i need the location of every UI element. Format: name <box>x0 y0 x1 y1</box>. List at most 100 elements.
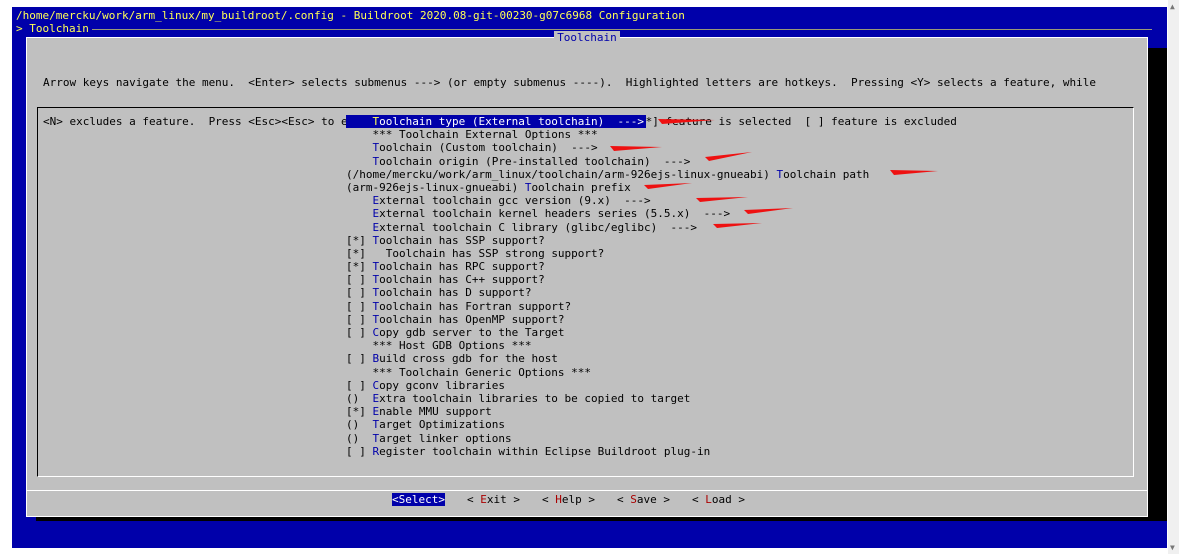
menu-item-label: oolchain has OpenMP support? <box>379 312 565 326</box>
menu-item-prefix <box>346 115 373 128</box>
vertical-scrollbar[interactable]: ▲ ▼ <box>1168 0 1179 554</box>
help-line: Arrow keys navigate the menu. <Enter> se… <box>43 76 1096 89</box>
menu-item-prefix <box>346 207 373 220</box>
menu-item-label: oolchain has SSP support? <box>379 233 545 247</box>
menu-item-prefix: [ ] <box>346 378 373 392</box>
menu-item-label: oolchain type (External toolchain) ---> <box>379 115 645 128</box>
menu-item[interactable]: () Target linker options <box>346 432 869 445</box>
menu-item[interactable]: *** Host GDB Options *** <box>346 339 869 352</box>
button-open: < <box>542 493 556 506</box>
button[interactable]: <Select> <box>392 493 445 506</box>
menu-item-label: *** Toolchain External Options *** <box>372 128 598 142</box>
menu-item-prefix <box>346 366 373 379</box>
menu-item[interactable]: () Target Optimizations <box>346 418 869 431</box>
menu-item[interactable]: *** Toolchain Generic Options *** <box>346 366 869 379</box>
menu-item[interactable]: External toolchain C library (glibc/egli… <box>346 221 869 234</box>
menu-item[interactable]: [*] Toolchain has SSP support? <box>346 234 869 247</box>
menu-item[interactable]: [ ] Toolchain has C++ support? <box>346 273 869 286</box>
menu-item-label: nable MMU support <box>379 405 492 419</box>
button[interactable]: < Exit > <box>467 493 520 506</box>
menu-item-prefix: (arm-926ejs-linux-gnueabi) <box>346 180 525 194</box>
button-close: > <box>506 493 520 506</box>
menu-item[interactable]: (/home/mercku/work/arm_linux/toolchain/a… <box>346 168 869 181</box>
menu-item[interactable]: [*] Toolchain has RPC support? <box>346 260 869 273</box>
button[interactable]: < Help > <box>542 493 595 506</box>
menu-item[interactable]: (arm-926ejs-linux-gnueabi) Toolchain pre… <box>346 181 869 194</box>
menu-item[interactable]: [ ] Copy gdb server to the Target <box>346 326 869 339</box>
menu-item-label: arget linker options <box>379 431 512 445</box>
button-hotkey: S <box>630 493 637 506</box>
menu-box: Toolchain type (External toolchain) --->… <box>37 107 1134 477</box>
menu-item[interactable]: Toolchain (Custom toolchain) ---> <box>346 141 869 154</box>
menu-item-prefix <box>346 194 373 207</box>
menu-item-prefix: [ ] <box>346 312 373 326</box>
menu-item[interactable]: () Extra toolchain libraries to be copie… <box>346 392 869 405</box>
menu-item-label: *** Host GDB Options *** <box>372 339 532 353</box>
button-close: > <box>438 493 445 506</box>
menu-item[interactable]: [*] Toolchain has SSP strong support? <box>346 247 869 260</box>
menu-item[interactable]: [ ] Copy gconv libraries <box>346 379 869 392</box>
menu-item[interactable]: External toolchain gcc version (9.x) ---… <box>346 194 869 207</box>
menu-item-prefix <box>346 141 373 154</box>
menu-item-prefix: () <box>346 431 373 445</box>
menu-item-prefix: [*] <box>346 405 373 419</box>
menu-item[interactable]: [ ] Toolchain has D support? <box>346 286 869 299</box>
menu-item[interactable]: [ ] Build cross gdb for the host <box>346 352 869 365</box>
menu-item-prefix <box>346 155 373 168</box>
menu-item-prefix: [*] <box>346 246 386 260</box>
menu-item-prefix: [ ] <box>346 299 373 313</box>
button-bar: <Select> < Exit > < Help > < Save > < Load > <box>392 493 767 506</box>
menu-item[interactable]: Toolchain type (External toolchain) ---> <box>346 115 647 129</box>
menu-item-prefix: () <box>346 418 373 432</box>
button-hotkey: L <box>705 493 712 506</box>
button-close: > <box>731 493 745 506</box>
menu-item-label: oolchain prefix <box>531 180 631 194</box>
menu-item-prefix: [*] <box>346 233 373 247</box>
button-rest: oad <box>711 493 732 506</box>
menu-item-label: xternal toolchain kernel headers series … <box>379 207 731 221</box>
menu-item-label: xternal toolchain C library (glibc/eglib… <box>379 220 698 234</box>
menu-item-prefix: () <box>346 391 373 405</box>
button-bar-divider <box>27 490 1147 491</box>
menu-item-prefix: [ ] <box>346 352 373 366</box>
menu-item[interactable]: *** Toolchain External Options *** <box>346 128 869 141</box>
menu-item-prefix: [ ] <box>346 444 373 458</box>
menu-item-label: *** Toolchain Generic Options *** <box>372 365 592 379</box>
menu-item-label: oolchain has C++ support? <box>379 273 545 287</box>
menu-item-label: oolchain origin (Pre-installed toolchain… <box>379 154 691 168</box>
button-open: < <box>392 493 399 506</box>
menu-item[interactable]: Toolchain origin (Pre-installed toolchai… <box>346 155 869 168</box>
menu-item[interactable]: External toolchain kernel headers series… <box>346 207 869 220</box>
menu-item-label: xternal toolchain gcc version (9.x) ---> <box>379 194 651 208</box>
menu-item[interactable]: [ ] Toolchain has Fortran support? <box>346 300 869 313</box>
menu-item-prefix: [ ] <box>346 286 373 300</box>
button-open: < <box>692 493 706 506</box>
menu-item-prefix: [*] <box>346 260 373 274</box>
menu-item[interactable]: [*] Enable MMU support <box>346 405 869 418</box>
button-close: > <box>656 493 670 506</box>
button-close: > <box>581 493 595 506</box>
breadcrumb-rule <box>92 29 1152 30</box>
menu-item-label: arget Optimizations <box>379 418 505 432</box>
button[interactable]: < Save > <box>617 493 670 506</box>
menu-item-label: oolchain has Fortran support? <box>379 299 572 313</box>
menu-item-label: oolchain (Custom toolchain) ---> <box>379 141 598 155</box>
scroll-up-icon[interactable]: ▲ <box>1170 2 1175 11</box>
menu-item-label: egister toolchain within Eclipse Buildro… <box>379 444 711 458</box>
menu-item-label: xtra toolchain libraries to be copied to… <box>379 391 691 405</box>
toolchain-dialog: Toolchain Arrow keys navigate the menu. … <box>26 31 1148 517</box>
menu-item-label: oolchain has D support? <box>379 286 532 300</box>
button-rest: ave <box>636 493 657 506</box>
dialog-title: Toolchain <box>554 31 620 44</box>
button-hotkey: H <box>555 493 562 506</box>
menu-item[interactable]: [ ] Register toolchain within Eclipse Bu… <box>346 445 869 458</box>
button[interactable]: < Load > <box>692 493 745 506</box>
scroll-down-icon[interactable]: ▼ <box>1170 543 1175 552</box>
button-rest: elp <box>561 493 582 506</box>
menu-item[interactable]: [ ] Toolchain has OpenMP support? <box>346 313 869 326</box>
menu-item-label: opy gdb server to the Target <box>379 326 565 339</box>
button-rest: elect <box>405 493 439 506</box>
button-rest: xit <box>486 493 507 506</box>
menu-item-prefix <box>346 221 373 234</box>
menu-item-prefix: [ ] <box>346 326 373 339</box>
